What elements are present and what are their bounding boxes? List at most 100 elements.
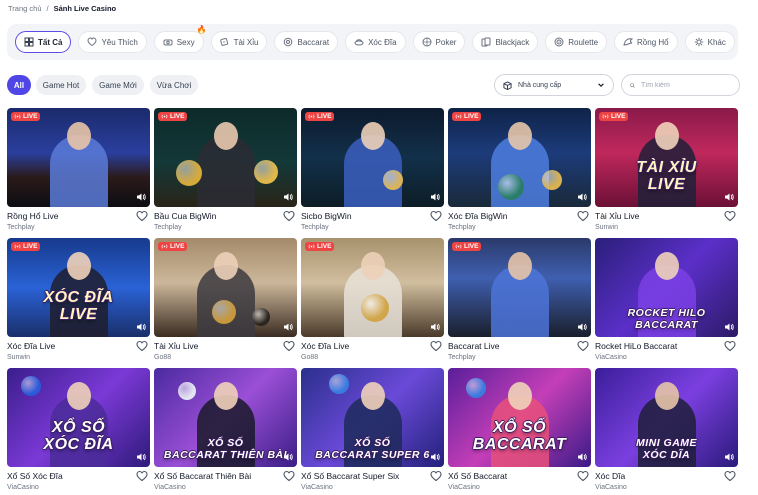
speaker-icon[interactable]	[283, 452, 293, 462]
game-card[interactable]: ROCKET HILO BACCARAT Rocket HiLo Baccarat…	[595, 238, 738, 368]
game-name[interactable]: Xóc Đĩa BigWin	[448, 211, 508, 221]
heart-icon[interactable]	[430, 210, 442, 222]
heart-icon[interactable]	[283, 340, 295, 352]
game-card[interactable]: LIVE Xóc Đĩa Live Go88	[301, 238, 444, 368]
game-name[interactable]: Xổ Số Baccarat	[448, 471, 507, 481]
category-cards[interactable]: Blackjack	[472, 31, 539, 53]
game-card[interactable]: XÓC ĐĨA LIVE LIVE Xóc Đĩa Live Sunwin	[7, 238, 150, 368]
speaker-icon[interactable]	[724, 452, 734, 462]
game-card[interactable]: LIVE Tài Xỉu Live Go88	[154, 238, 297, 368]
game-thumbnail[interactable]: MINI GAME XÓC DĨA	[595, 368, 738, 467]
category-chip[interactable]: Baccarat	[274, 31, 339, 53]
game-thumbnail[interactable]: XỔ SỐ XÓC ĐĨA	[7, 368, 150, 467]
game-name[interactable]: Xóc Dĩa	[595, 471, 625, 481]
speaker-icon[interactable]	[283, 322, 293, 332]
game-card[interactable]: XỔ SỐ BACCARAT SUPER 6 Xổ Số Baccarat Sup…	[301, 368, 444, 495]
category-roulette[interactable]: Roulette	[545, 31, 608, 53]
speaker-icon[interactable]	[430, 452, 440, 462]
category-plate[interactable]: Xóc Đĩa	[345, 31, 406, 53]
game-name[interactable]: Tài Xỉu Live	[595, 211, 639, 221]
game-card[interactable]: LIVE Rồng Hổ Live Techplay	[7, 108, 150, 238]
game-card[interactable]: LIVE Baccarat Live Techplay	[448, 238, 591, 368]
heart-icon[interactable]	[136, 470, 148, 482]
speaker-icon[interactable]	[283, 192, 293, 202]
live-badge: LIVE	[452, 112, 482, 121]
game-name[interactable]: Rocket HiLo Baccarat	[595, 341, 677, 351]
game-thumbnail[interactable]: LIVE	[448, 238, 591, 337]
game-provider: Techplay	[301, 224, 329, 231]
game-card[interactable]: TÀI XỈU LIVE LIVE Tài Xỉu Live Sunwin	[595, 108, 738, 238]
game-card[interactable]: XỔ SỐ BACCARAT Xổ Số Baccarat ViaCasino	[448, 368, 591, 495]
speaker-icon[interactable]	[136, 322, 146, 332]
heart-icon[interactable]	[724, 470, 736, 482]
speaker-icon[interactable]	[577, 322, 587, 332]
game-name[interactable]: Baccarat Live	[448, 341, 500, 351]
speaker-icon[interactable]	[724, 192, 734, 202]
game-thumbnail[interactable]: XỔ SỐ BACCARAT SUPER 6	[301, 368, 444, 467]
category-heart[interactable]: Yêu Thích	[78, 31, 147, 53]
category-sexy[interactable]: Sexy 🔥	[153, 25, 207, 53]
game-thumbnail[interactable]: LIVE	[448, 108, 591, 207]
heart-icon[interactable]	[577, 340, 589, 352]
filter-all[interactable]: All	[7, 75, 31, 95]
heart-icon[interactable]	[136, 210, 148, 222]
speaker-icon[interactable]	[136, 192, 146, 202]
chip-icon	[284, 37, 293, 47]
heart-icon[interactable]	[577, 470, 589, 482]
game-card[interactable]: LIVE Xóc Đĩa BigWin Techplay	[448, 108, 591, 238]
heart-icon[interactable]	[136, 340, 148, 352]
heart-icon[interactable]	[283, 470, 295, 482]
game-thumbnail[interactable]: TÀI XỈU LIVE LIVE	[595, 108, 738, 207]
game-thumbnail[interactable]: LIVE	[7, 108, 150, 207]
game-card[interactable]: XỔ SỐ BACCARAT THIÊN BÀI Xổ Số Baccarat T…	[154, 368, 297, 495]
game-name[interactable]: Xổ Số Baccarat Thiên Bài	[154, 471, 251, 481]
category-dice[interactable]: Tài Xỉu	[210, 31, 268, 53]
broadcast-icon	[161, 244, 168, 249]
game-card[interactable]: MINI GAME XÓC DĨA Xóc Dĩa ViaCasino	[595, 368, 738, 495]
category-poker[interactable]: Poker	[412, 31, 466, 53]
game-thumbnail[interactable]: XÓC ĐĨA LIVE LIVE	[7, 238, 150, 337]
game-thumbnail[interactable]: LIVE	[154, 238, 297, 337]
heart-icon[interactable]	[430, 470, 442, 482]
filter-vua-choi[interactable]: Vừa Chơi	[150, 75, 198, 95]
heart-icon[interactable]	[724, 340, 736, 352]
game-card[interactable]: LIVE Bầu Cua BigWin Techplay	[154, 108, 297, 238]
game-name[interactable]: Xóc Đĩa Live	[7, 341, 55, 351]
speaker-icon[interactable]	[577, 192, 587, 202]
speaker-icon[interactable]	[577, 452, 587, 462]
search-input[interactable]	[641, 81, 731, 89]
category-grid[interactable]: Tất Cả	[15, 31, 72, 53]
filter-game-moi[interactable]: Game Mới	[92, 75, 144, 95]
game-thumbnail[interactable]: XỔ SỐ BACCARAT	[448, 368, 591, 467]
game-name[interactable]: Sicbo BigWin	[301, 211, 352, 221]
game-thumbnail[interactable]: LIVE	[301, 238, 444, 337]
game-thumbnail[interactable]: ROCKET HILO BACCARAT	[595, 238, 738, 337]
heart-icon[interactable]	[577, 210, 589, 222]
heart-icon[interactable]	[724, 210, 736, 222]
category-dragon[interactable]: Rồng Hổ	[614, 31, 678, 53]
speaker-icon[interactable]	[430, 322, 440, 332]
category-gear[interactable]: Khác	[684, 31, 735, 53]
speaker-icon[interactable]	[724, 322, 734, 332]
game-thumbnail[interactable]: LIVE	[154, 108, 297, 207]
heart-icon[interactable]	[283, 210, 295, 222]
filter-game-hot[interactable]: Game Hot	[36, 75, 86, 95]
dealer-head	[507, 252, 532, 280]
cards-icon	[481, 37, 491, 47]
game-name[interactable]: Rồng Hổ Live	[7, 211, 59, 221]
game-name[interactable]: Bầu Cua BigWin	[154, 211, 216, 221]
filter-label: Game Hot	[42, 80, 80, 90]
game-name[interactable]: Xổ Số Xóc Đĩa	[7, 471, 63, 481]
game-card[interactable]: LIVE Sicbo BigWin Techplay	[301, 108, 444, 238]
speaker-icon[interactable]	[136, 452, 146, 462]
game-name[interactable]: Tài Xỉu Live	[154, 341, 198, 351]
heart-icon[interactable]	[430, 340, 442, 352]
game-thumbnail[interactable]: XỔ SỐ BACCARAT THIÊN BÀI	[154, 368, 297, 467]
provider-select[interactable]: Nhà cung cấp	[494, 74, 614, 96]
game-card[interactable]: XỔ SỐ XÓC ĐĨA Xổ Số Xóc Đĩa ViaCasino	[7, 368, 150, 495]
game-thumbnail[interactable]: LIVE	[301, 108, 444, 207]
game-name[interactable]: Xóc Đĩa Live	[301, 341, 349, 351]
breadcrumb-home[interactable]: Trang chủ	[8, 4, 42, 13]
game-name[interactable]: Xổ Số Baccarat Super Six	[301, 471, 399, 481]
speaker-icon[interactable]	[430, 192, 440, 202]
